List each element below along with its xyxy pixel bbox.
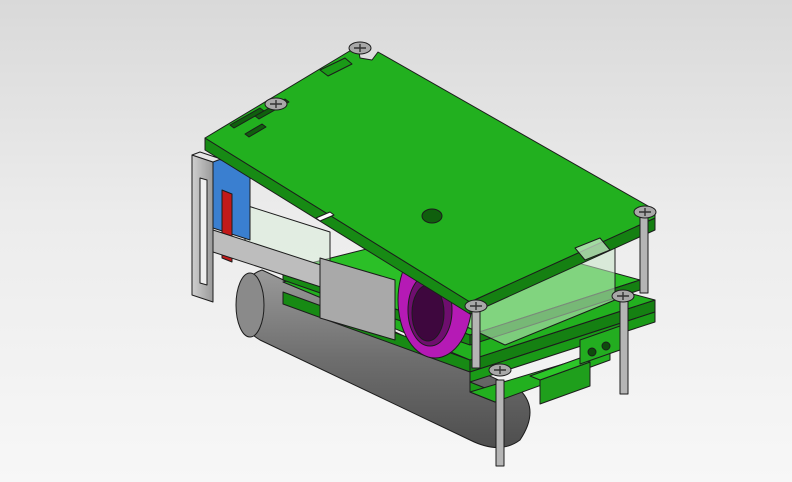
phillips-screw [611,289,635,303]
assembly-drawing [191,41,657,467]
standoff-post [495,379,505,467]
phillips-screw [633,205,657,219]
standoff-post [619,299,629,395]
phillips-screw [264,97,288,111]
standoff-post [471,307,481,369]
standoff-post [639,214,649,294]
phillips-screw [488,363,512,377]
phillips-screw [464,299,488,313]
cad-viewport[interactable] [0,0,792,482]
phillips-screw [348,41,372,55]
